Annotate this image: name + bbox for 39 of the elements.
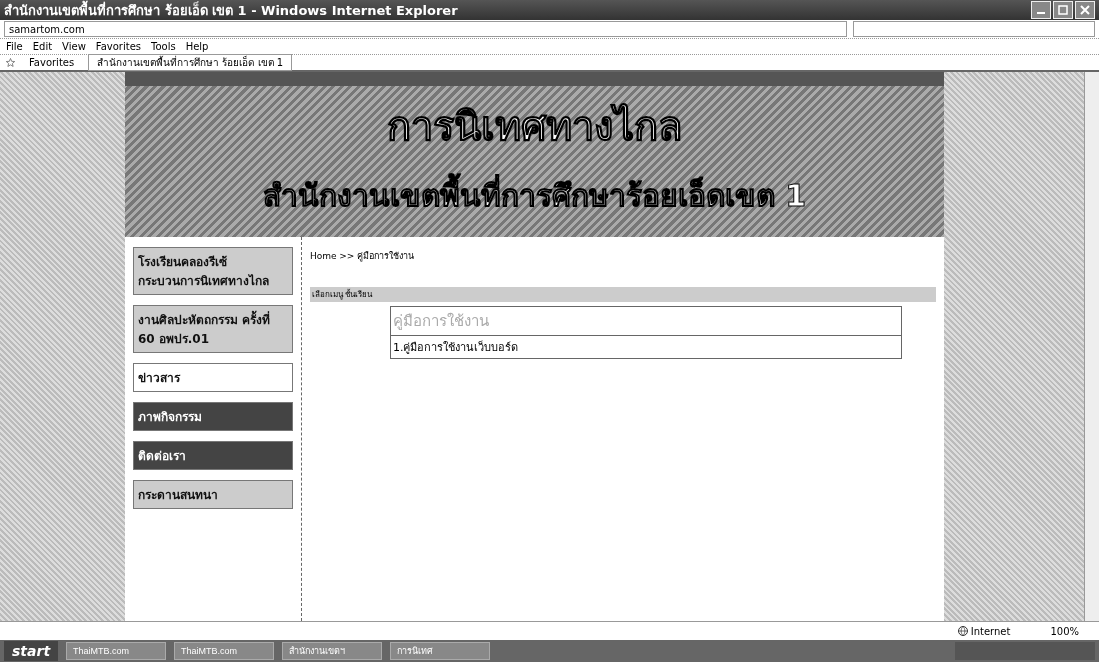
breadcrumb: Home >> คู่มือการใช้งาน: [309, 250, 416, 263]
menu-item[interactable]: Edit: [32, 41, 53, 52]
zoom-label[interactable]: 100%: [1050, 625, 1079, 637]
star-icon: [6, 58, 15, 67]
menu-item[interactable]: Tools: [151, 41, 176, 52]
section-header: เลือกเมนู ชั้นเรียน: [309, 287, 937, 302]
address-field[interactable]: samartom.com: [4, 21, 847, 37]
zone-label: Internet: [970, 625, 1011, 637]
sidebar-link[interactable]: ข่าวสาร: [132, 363, 293, 392]
minimize-button[interactable]: [1031, 1, 1051, 19]
scrollbar[interactable]: [1084, 72, 1099, 621]
banner-subtitle: สำนักงานเขตพื้นที่การศึกษาร้อยเอ็ดเขต 1: [262, 172, 807, 219]
favorites-button[interactable]: Favorites: [29, 57, 75, 68]
menu-item[interactable]: View: [62, 41, 86, 52]
taskbar-button[interactable]: การนิเทศ: [390, 642, 491, 660]
sidebar-link[interactable]: งานศิลปะหัตถกรรม ครั้งที่ 60 อพปร.01: [132, 305, 293, 353]
taskbar-button[interactable]: สำนักงานเขตฯ: [282, 642, 383, 660]
maximize-button[interactable]: [1053, 1, 1073, 19]
manual-link[interactable]: 1.คู่มือการใช้งานเว็บบอร์ด: [390, 336, 901, 358]
box-title: คู่มือการใช้งาน: [390, 307, 901, 336]
menu-item[interactable]: Help: [185, 41, 209, 52]
start-button[interactable]: start: [4, 641, 59, 661]
sidebar-link[interactable]: ติดต่อเรา: [132, 441, 293, 470]
taskbar-button[interactable]: ThaiMTB.com: [66, 642, 167, 660]
sidebar-link[interactable]: ภาพกิจกรรม: [132, 402, 293, 431]
globe-icon: [957, 626, 968, 636]
window-title-text: สำนักงานเขตพื้นที่การศึกษา ร้อยเอ็ด เขต 1 - Windows Internet Explorer: [4, 0, 458, 20]
close-button[interactable]: [1075, 1, 1095, 19]
minimize-icon: [1037, 12, 1045, 14]
menu-item[interactable]: Favorites: [95, 41, 141, 52]
search-field[interactable]: [853, 21, 1095, 37]
browser-tab[interactable]: สำนักงานเขตพื้นที่การศึกษา ร้อยเอ็ด เขต 1: [88, 54, 293, 71]
taskbar-button[interactable]: ThaiMTB.com: [174, 642, 275, 660]
menu-item[interactable]: File: [6, 41, 23, 52]
banner-title: การนิเทศทางไกล: [386, 102, 683, 151]
maximize-icon: [1058, 5, 1068, 15]
sidebar-link[interactable]: กระดานสนทนา: [132, 480, 293, 509]
sidebar-link[interactable]: โรงเรียนคลองรีเซ้ กระบวนการนิเทศทางไกล: [132, 247, 293, 295]
close-icon: [1080, 5, 1090, 15]
